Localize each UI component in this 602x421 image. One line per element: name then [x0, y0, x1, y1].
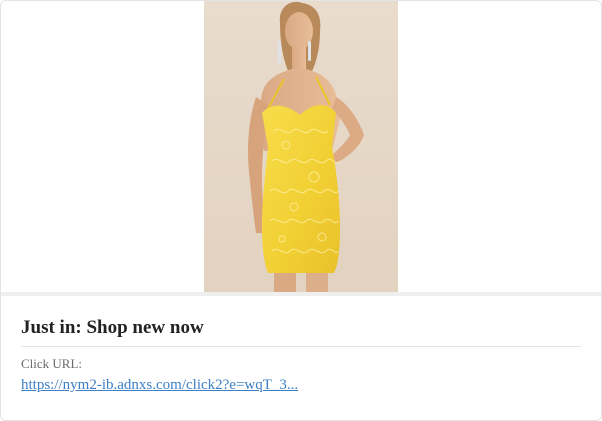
ad-card: Just in: Shop new now Click URL: https:/…	[0, 0, 602, 421]
dress-photo-illustration	[204, 1, 398, 292]
ad-image-area[interactable]	[1, 1, 601, 292]
ad-headline: Just in: Shop new now	[21, 296, 581, 347]
click-url-label: Click URL:	[21, 356, 83, 371]
ad-product-image[interactable]	[204, 1, 398, 292]
ad-info: Just in: Shop new now Click URL: https:/…	[21, 296, 581, 394]
click-url-link[interactable]: https://nym2-ib.adnxs.com/click2?e=wqT_3…	[21, 376, 298, 394]
